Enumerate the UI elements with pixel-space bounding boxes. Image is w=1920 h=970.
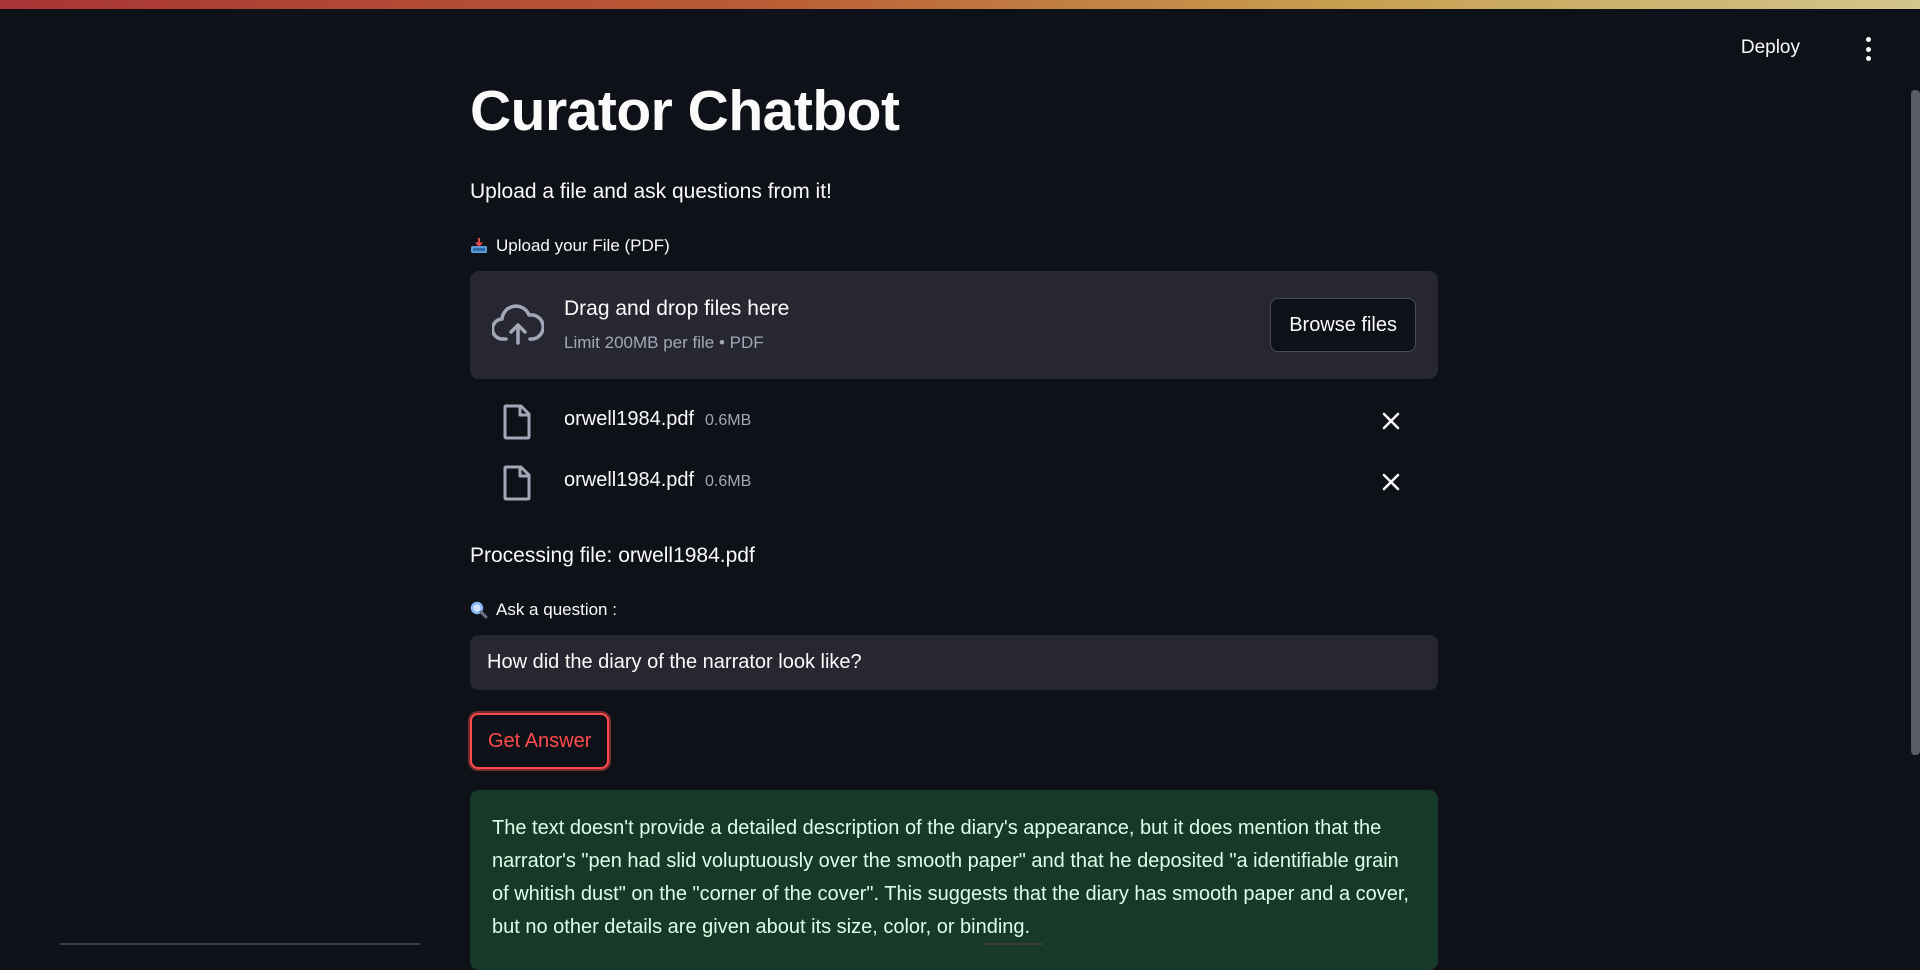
upload-label-text: Upload your File (PDF) bbox=[496, 236, 670, 256]
file-size: 0.6MB bbox=[705, 473, 751, 491]
app-header: Deploy bbox=[0, 9, 1920, 89]
question-input[interactable] bbox=[470, 635, 1438, 690]
page-title: Curator Chatbot bbox=[470, 78, 899, 144]
file-icon bbox=[502, 465, 532, 501]
dropzone-title: Drag and drop files here bbox=[564, 297, 789, 321]
file-icon bbox=[502, 404, 532, 440]
top-decoration-stripe bbox=[0, 0, 1920, 9]
question-label-text: Ask a question : bbox=[496, 600, 617, 620]
close-icon[interactable] bbox=[1380, 410, 1402, 432]
uploaded-file-row: orwell1984.pdf 0.6MB bbox=[470, 400, 1438, 446]
browse-files-button[interactable]: Browse files bbox=[1270, 298, 1416, 352]
magnifier-icon bbox=[470, 601, 488, 619]
page-subtitle: Upload a file and ask questions from it! bbox=[470, 180, 832, 204]
get-answer-button[interactable]: Get Answer bbox=[470, 713, 609, 769]
uploaded-file-row: orwell1984.pdf 0.6MB bbox=[470, 461, 1438, 507]
processing-status: Processing file: orwell1984.pdf bbox=[470, 544, 755, 568]
page-scrollbar[interactable] bbox=[1911, 90, 1920, 755]
deploy-button[interactable]: Deploy bbox=[1741, 37, 1800, 59]
answer-text: The text doesn't provide a detailed desc… bbox=[492, 817, 1409, 938]
file-dropzone[interactable]: Drag and drop files here Limit 200MB per… bbox=[470, 271, 1438, 379]
answer-box: The text doesn't provide a detailed desc… bbox=[470, 790, 1438, 970]
close-icon[interactable] bbox=[1380, 471, 1402, 493]
file-size: 0.6MB bbox=[705, 412, 751, 430]
inbox-tray-icon bbox=[470, 238, 488, 254]
question-label: Ask a question : bbox=[470, 600, 617, 620]
upload-label: Upload your File (PDF) bbox=[470, 236, 670, 256]
dropzone-limit: Limit 200MB per file • PDF bbox=[564, 333, 764, 353]
file-name: orwell1984.pdf bbox=[564, 408, 694, 431]
kebab-menu-icon[interactable] bbox=[1856, 37, 1880, 61]
cloud-upload-icon bbox=[492, 303, 544, 347]
file-name: orwell1984.pdf bbox=[564, 469, 694, 492]
